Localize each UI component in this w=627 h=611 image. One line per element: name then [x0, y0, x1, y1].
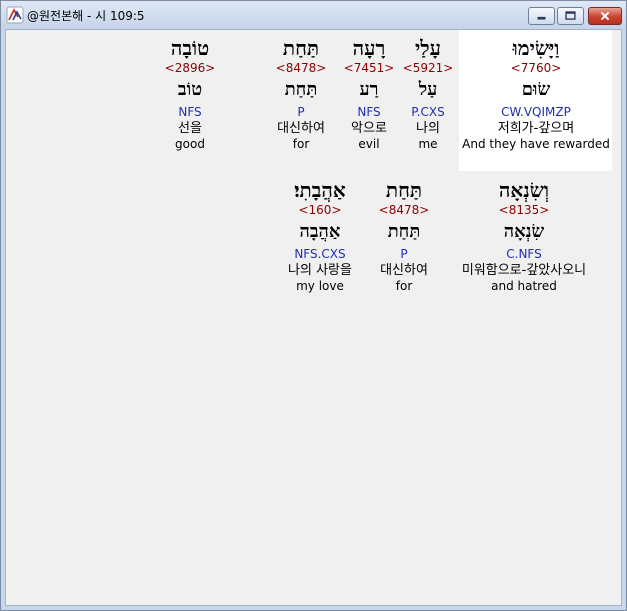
word-column[interactable]: אַהֲבָתִי׃ <160> אַהֲבָה NFS.CXS 나의 사랑을 …: [276, 178, 364, 294]
strong-number[interactable]: <160>: [276, 202, 364, 218]
hebrew-lemma: עַל: [418, 79, 438, 100]
hebrew-word: תַּחַת: [282, 36, 320, 60]
strong-number[interactable]: <2896>: [162, 60, 218, 76]
english-gloss: and hatred: [491, 279, 557, 293]
hebrew-lemma: תַּחַת: [387, 221, 421, 242]
word-column[interactable]: וְשִׂנְאָה <8135> שִׂנְאָה C.NFS 미워함으로-갚…: [444, 178, 604, 294]
maximize-button[interactable]: [557, 7, 584, 25]
english-gloss: for: [292, 137, 310, 151]
hebrew-word: אַהֲבָתִי׃: [294, 178, 346, 202]
korean-gloss: 미워함으로-갚았사오니: [461, 263, 587, 278]
hebrew-word: וַיָּשִׂימוּ: [512, 36, 560, 60]
word-column[interactable]: וַיָּשִׂימוּ <7760> שׂוּם CW.VQIMZP 저희가-…: [462, 36, 610, 152]
minimize-button[interactable]: [528, 7, 555, 25]
morphology-code: C.NFS: [506, 247, 542, 261]
window-title: @원전본해 - 시 109:5: [27, 9, 145, 23]
hebrew-lemma: שׂוּם: [521, 79, 551, 100]
app-logo-icon: [6, 6, 24, 24]
english-gloss: me: [418, 137, 438, 151]
english-gloss: And they have rewarded: [462, 137, 610, 151]
strong-number[interactable]: <8135>: [444, 202, 604, 218]
english-gloss: for: [395, 279, 413, 293]
strong-number[interactable]: <7760>: [462, 60, 610, 76]
hebrew-word: עָלַי: [415, 36, 441, 60]
close-icon: [600, 11, 610, 21]
maximize-icon: [565, 11, 576, 20]
hebrew-lemma: שִׂנְאָה: [503, 221, 545, 242]
morphology-code: P: [400, 247, 408, 261]
hebrew-word: וְשִׂנְאָה: [498, 178, 550, 202]
title-bar[interactable]: @원전본해 - 시 109:5: [1, 1, 626, 29]
hebrew-lemma: תַּחַת: [284, 79, 318, 100]
korean-gloss: 나의: [416, 121, 440, 136]
hebrew-word: תַּחַת: [385, 178, 423, 202]
strong-number[interactable]: <8478>: [370, 202, 438, 218]
morphology-code: NFS.CXS: [294, 247, 346, 261]
close-button[interactable]: [588, 7, 622, 25]
english-gloss: evil: [358, 137, 380, 151]
korean-gloss: 저희가-갚으며: [497, 121, 575, 136]
hebrew-lemma: טוֹב: [177, 79, 203, 100]
app-window: @원전본해 - 시 109:5 וַיָּשִׂימוּ <7760> שׂוּ…: [0, 0, 627, 611]
strong-number[interactable]: <7451>: [340, 60, 398, 76]
korean-gloss: 악으로: [351, 121, 387, 136]
english-gloss: good: [175, 137, 205, 151]
word-column[interactable]: טוֹבָה <2896> טוֹב NFS 선을 good: [162, 36, 218, 152]
morphology-code: P.CXS: [411, 105, 445, 119]
word-column[interactable]: עָלַי <5921> עַל P.CXS 나의 me: [402, 36, 454, 152]
korean-gloss: 대신하여: [277, 121, 325, 136]
morphology-code: P: [297, 105, 305, 119]
korean-gloss: 선을: [178, 121, 202, 136]
word-column[interactable]: תַּחַת <8478> תַּחַת P 대신하여 for: [370, 178, 438, 294]
minimize-icon: [537, 16, 546, 20]
hebrew-lemma: רַע: [359, 79, 379, 100]
english-gloss: my love: [296, 279, 344, 293]
strong-number[interactable]: <8478>: [268, 60, 334, 76]
korean-gloss: 대신하여: [380, 263, 428, 278]
word-column[interactable]: תַּחַת <8478> תַּחַת P 대신하여 for: [268, 36, 334, 152]
word-column[interactable]: רָעָה <7451> רַע NFS 악으로 evil: [340, 36, 398, 152]
hebrew-word: טוֹבָה: [170, 36, 210, 60]
korean-gloss: 나의 사랑을: [288, 263, 352, 278]
morphology-code: NFS: [357, 105, 381, 119]
morphology-code: CW.VQIMZP: [501, 105, 571, 119]
morphology-code: NFS: [178, 105, 202, 119]
strong-number[interactable]: <5921>: [402, 60, 454, 76]
hebrew-lemma: אַהֲבָה: [299, 221, 341, 242]
verse-analysis-pane[interactable]: וַיָּשִׂימוּ <7760> שׂוּם CW.VQIMZP 저희가-…: [5, 29, 622, 606]
hebrew-word: רָעָה: [352, 36, 386, 60]
